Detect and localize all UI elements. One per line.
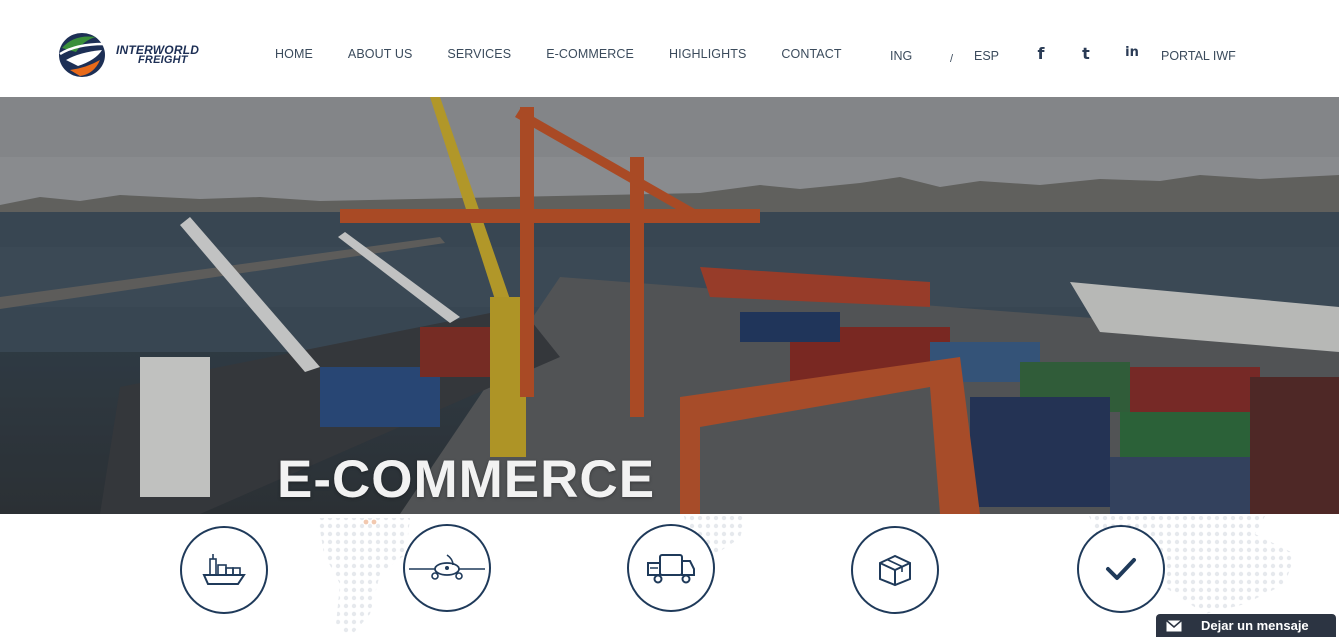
- service-ocean-freight[interactable]: [180, 526, 268, 614]
- truck-icon: [647, 554, 695, 584]
- language-spanish-link[interactable]: ESP: [974, 49, 999, 63]
- brand-logo[interactable]: INTERWORLD FREIGHT: [56, 30, 228, 80]
- package-icon: [879, 554, 911, 587]
- linkedin-icon[interactable]: in: [1123, 43, 1141, 61]
- chat-label: Dejar un mensaje: [1201, 618, 1309, 633]
- service-land-transport[interactable]: [627, 524, 715, 612]
- chat-widget-button[interactable]: Dejar un mensaje: [1156, 614, 1336, 637]
- language-separator: /: [950, 53, 954, 65]
- main-nav: HOME ABOUT US SERVICES E-COMMERCE HIGHLI…: [275, 47, 877, 61]
- hero-title: E-COMMERCE: [277, 450, 656, 509]
- service-quality-assurance[interactable]: [1077, 525, 1165, 613]
- nav-item-e-commerce[interactable]: E-COMMERCE: [546, 47, 634, 61]
- airplane-icon: [409, 554, 485, 580]
- twitter-icon[interactable]: t: [1077, 44, 1095, 63]
- service-packaging[interactable]: [851, 526, 939, 614]
- facebook-icon[interactable]: f: [1032, 44, 1050, 63]
- globe-logo-icon: [59, 33, 105, 77]
- portal-link[interactable]: PORTAL IWF: [1161, 49, 1236, 63]
- hero-banner: E-COMMERCE: [0, 97, 1339, 514]
- nav-item-services[interactable]: SERVICES: [447, 47, 511, 61]
- language-english-link[interactable]: ING: [890, 49, 912, 63]
- service-air-freight[interactable]: [403, 524, 491, 612]
- ship-icon: [202, 554, 246, 585]
- services-icon-row: [0, 514, 1339, 637]
- nav-item-contact[interactable]: CONTACT: [781, 47, 841, 61]
- nav-item-highlights[interactable]: HIGHLIGHTS: [669, 47, 746, 61]
- nav-item-about-us[interactable]: ABOUT US: [348, 47, 412, 61]
- brand-wordmark: INTERWORLD FREIGHT: [116, 44, 199, 66]
- checkmark-icon: [1106, 558, 1136, 580]
- port-scene-illustration: [0, 97, 1339, 514]
- site-header: INTERWORLD FREIGHT HOME ABOUT US SERVICE…: [0, 0, 1339, 97]
- nav-item-home[interactable]: HOME: [275, 47, 313, 61]
- envelope-icon: [1166, 619, 1182, 631]
